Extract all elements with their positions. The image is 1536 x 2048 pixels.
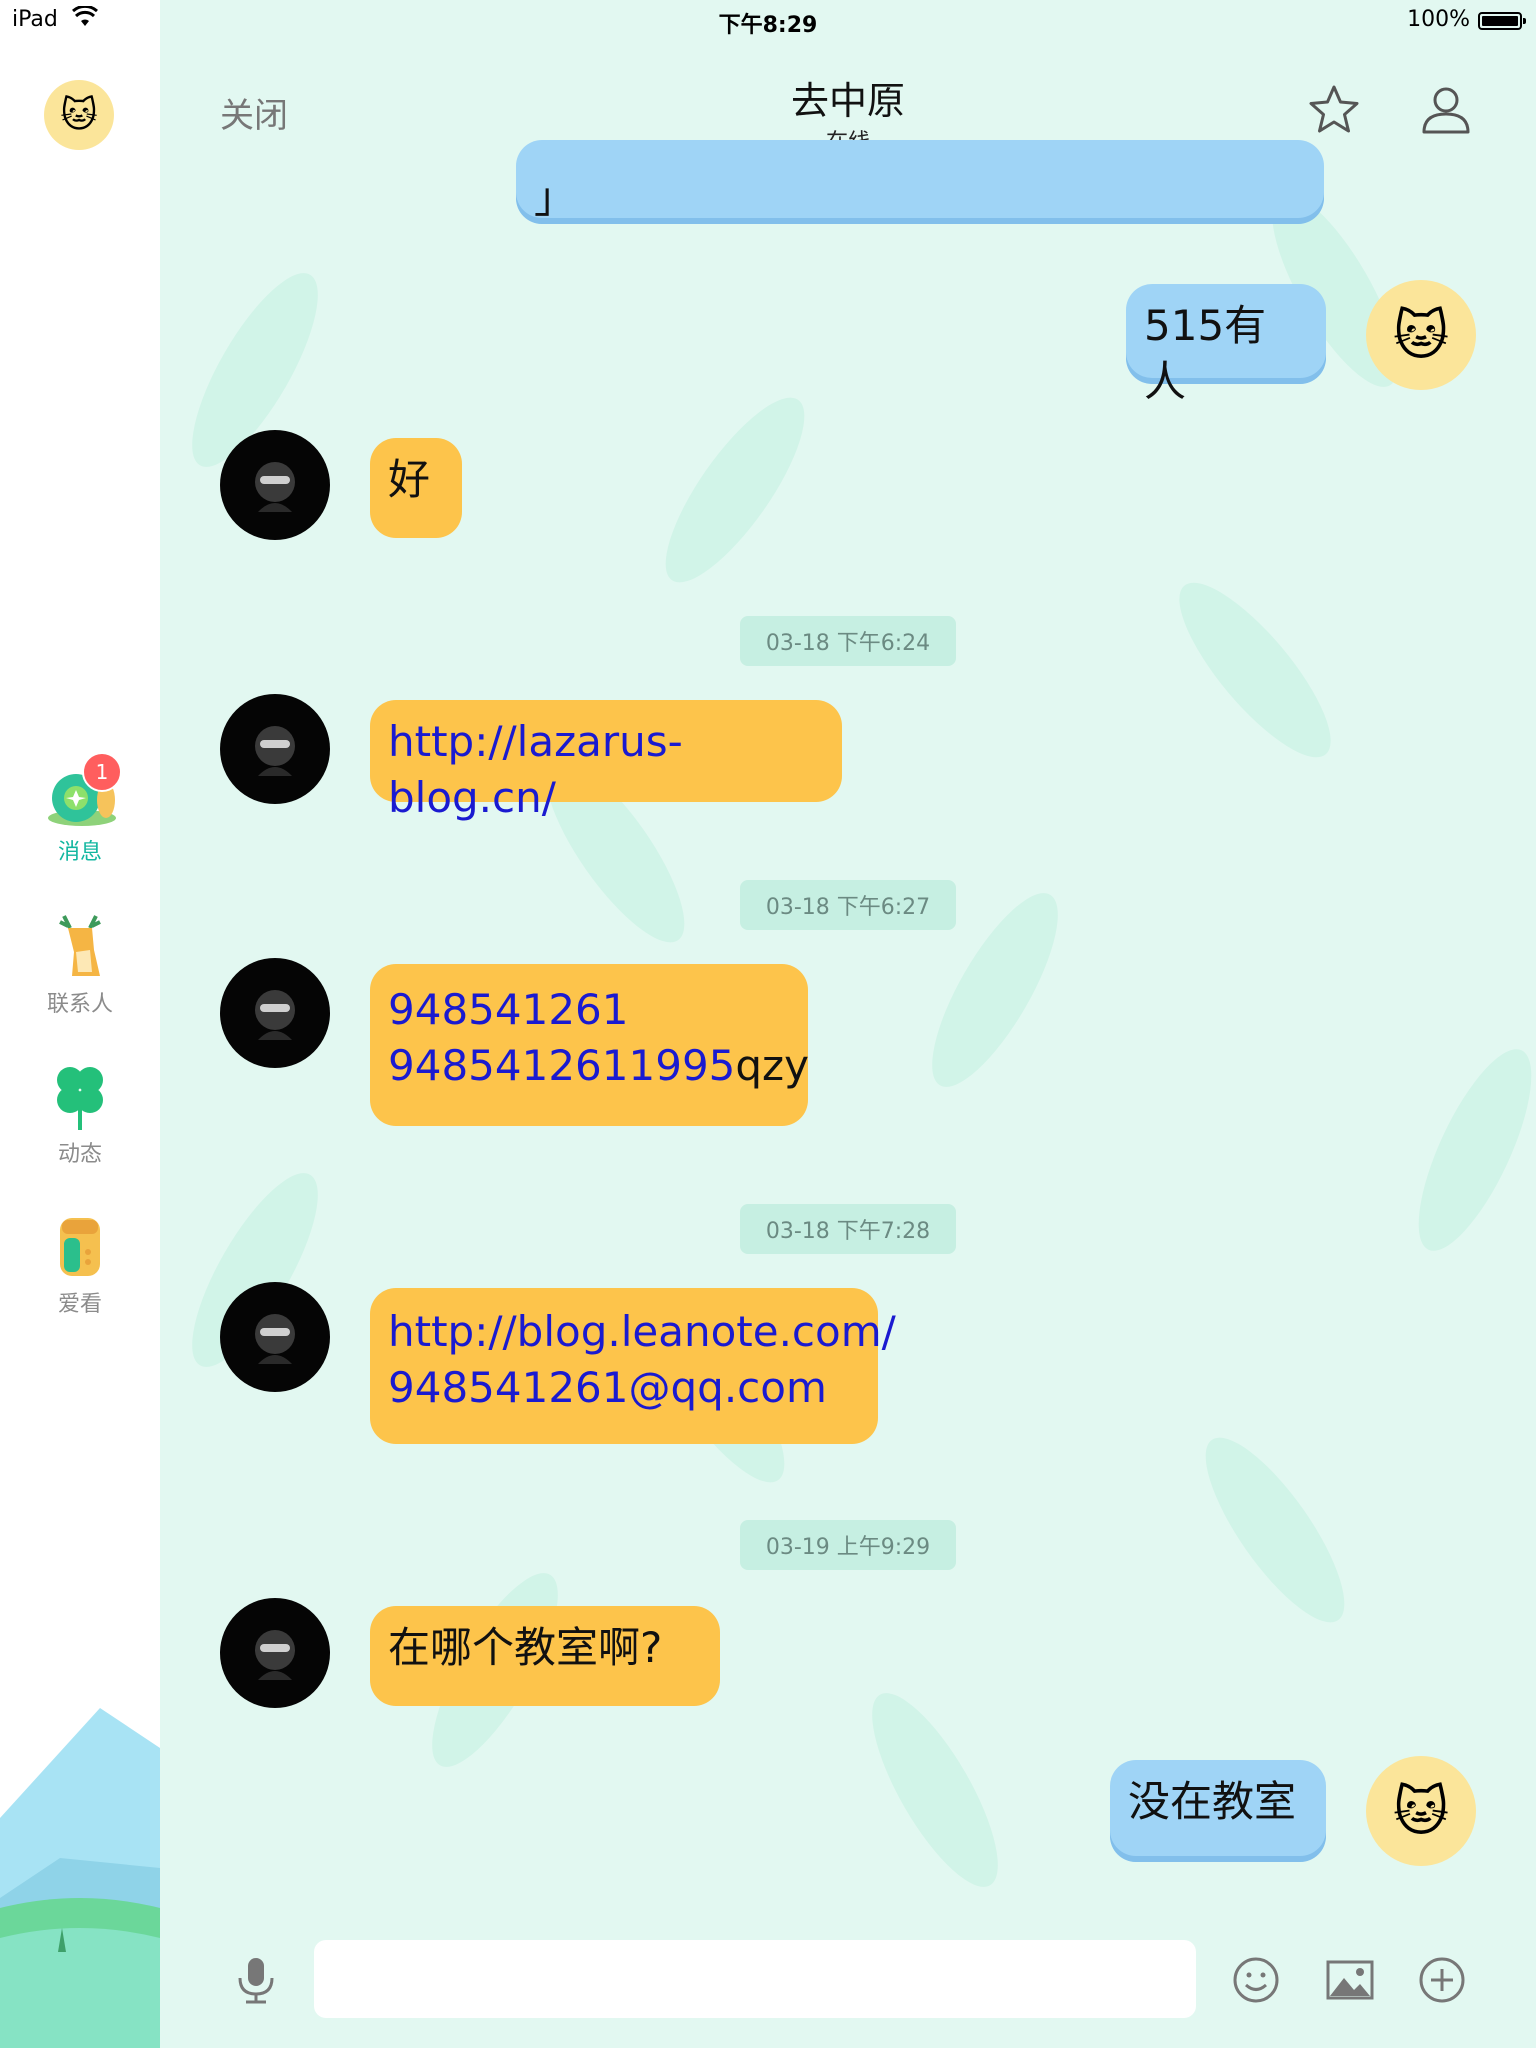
message-phone[interactable]: 948541261	[388, 985, 629, 1034]
snail-icon: 1	[40, 752, 122, 830]
my-avatar[interactable]: 🐱	[1366, 1756, 1476, 1866]
message-text: 515有人	[1144, 301, 1267, 406]
leaf-decoration	[1183, 1419, 1367, 1641]
sidebar-item-label: 消息	[57, 840, 102, 865]
message-bubble[interactable]: 在哪个教室啊?	[370, 1606, 720, 1706]
clock: 下午8:29	[718, 13, 818, 38]
message-text: 没在教室	[1128, 1777, 1297, 1826]
sidebar-item-label: 爱看	[57, 1292, 102, 1317]
sidebar-item-contacts[interactable]: 联系人	[0, 912, 160, 1018]
message-bubble[interactable]: 」	[516, 140, 1324, 224]
battery-icon	[1478, 12, 1526, 30]
emoji-icon[interactable]	[1230, 1954, 1282, 2006]
message-email[interactable]: 948541261@qq.com	[388, 1363, 827, 1412]
clover-icon	[40, 1062, 120, 1132]
message-text: 在哪个教室啊?	[388, 1623, 663, 1672]
unread-badge: 1	[82, 752, 122, 792]
owl-icon	[40, 1212, 120, 1282]
message-phone[interactable]: 9485412611995	[388, 1041, 735, 1090]
message-link[interactable]: http://lazarus-blog.cn/	[388, 717, 683, 822]
sidebar-item-messages[interactable]: 1 消息	[0, 752, 160, 866]
add-icon[interactable]	[1416, 1954, 1468, 2006]
leaf-decoration	[1157, 563, 1353, 777]
contact-avatar[interactable]	[220, 430, 330, 540]
message-bubble[interactable]: 515有人	[1126, 284, 1326, 406]
contact-avatar[interactable]	[220, 1282, 330, 1392]
contact-avatar[interactable]	[220, 1598, 330, 1708]
message-bubble[interactable]: http://blog.leanote.com/ 948541261@qq.co…	[370, 1288, 896, 1444]
message-bubble[interactable]: 948541261 9485412611995qzy	[370, 964, 809, 1126]
timestamp: 03-18 下午7:28	[740, 1204, 956, 1254]
deer-icon	[40, 912, 120, 982]
timestamp: 03-19 上午9:29	[740, 1520, 956, 1570]
message-list[interactable]: 」 515有人 🐱 好 03-18 下午6:24 http://lazarus-…	[160, 140, 1536, 1920]
contact-avatar[interactable]	[220, 958, 330, 1068]
message-text: qzy	[735, 1041, 809, 1090]
sidebar-item-label: 联系人	[46, 992, 113, 1017]
message-bubble[interactable]: 没在教室	[1110, 1760, 1326, 1862]
star-icon[interactable]	[1306, 82, 1362, 138]
landscape-decoration	[0, 1708, 160, 2048]
leaf-decoration	[849, 1677, 1021, 1903]
leaf-decoration	[643, 379, 827, 601]
sidebar: 🐱 1 消息 联系人 动态 爱看	[0, 0, 160, 2048]
profile-icon[interactable]	[1418, 82, 1474, 138]
microphone-icon[interactable]	[230, 1954, 282, 2006]
leaf-decoration	[1396, 1035, 1536, 1265]
sidebar-item-label: 动态	[57, 1142, 102, 1167]
timestamp: 03-18 下午6:24	[740, 616, 956, 666]
image-icon[interactable]	[1324, 1954, 1376, 2006]
message-text: 」	[534, 173, 577, 222]
message-text: 好	[388, 455, 431, 504]
sidebar-item-feed[interactable]: 动态	[0, 1062, 160, 1168]
sidebar-item-watch[interactable]: 爱看	[0, 1212, 160, 1318]
message-input[interactable]	[314, 1940, 1196, 2018]
message-bubble[interactable]: http://lazarus-blog.cn/	[370, 700, 842, 822]
battery-percent: 100%	[1407, 7, 1470, 32]
timestamp: 03-18 下午6:27	[740, 880, 956, 930]
my-avatar[interactable]: 🐱	[44, 80, 114, 150]
status-bar: iPad 下午8:29 100%	[0, 0, 1536, 40]
message-bubble[interactable]: 好	[370, 438, 462, 538]
message-link[interactable]: http://blog.leanote.com/	[388, 1307, 896, 1356]
contact-avatar[interactable]	[220, 694, 330, 804]
my-avatar[interactable]: 🐱	[1366, 280, 1476, 390]
input-bar	[160, 1920, 1536, 2048]
